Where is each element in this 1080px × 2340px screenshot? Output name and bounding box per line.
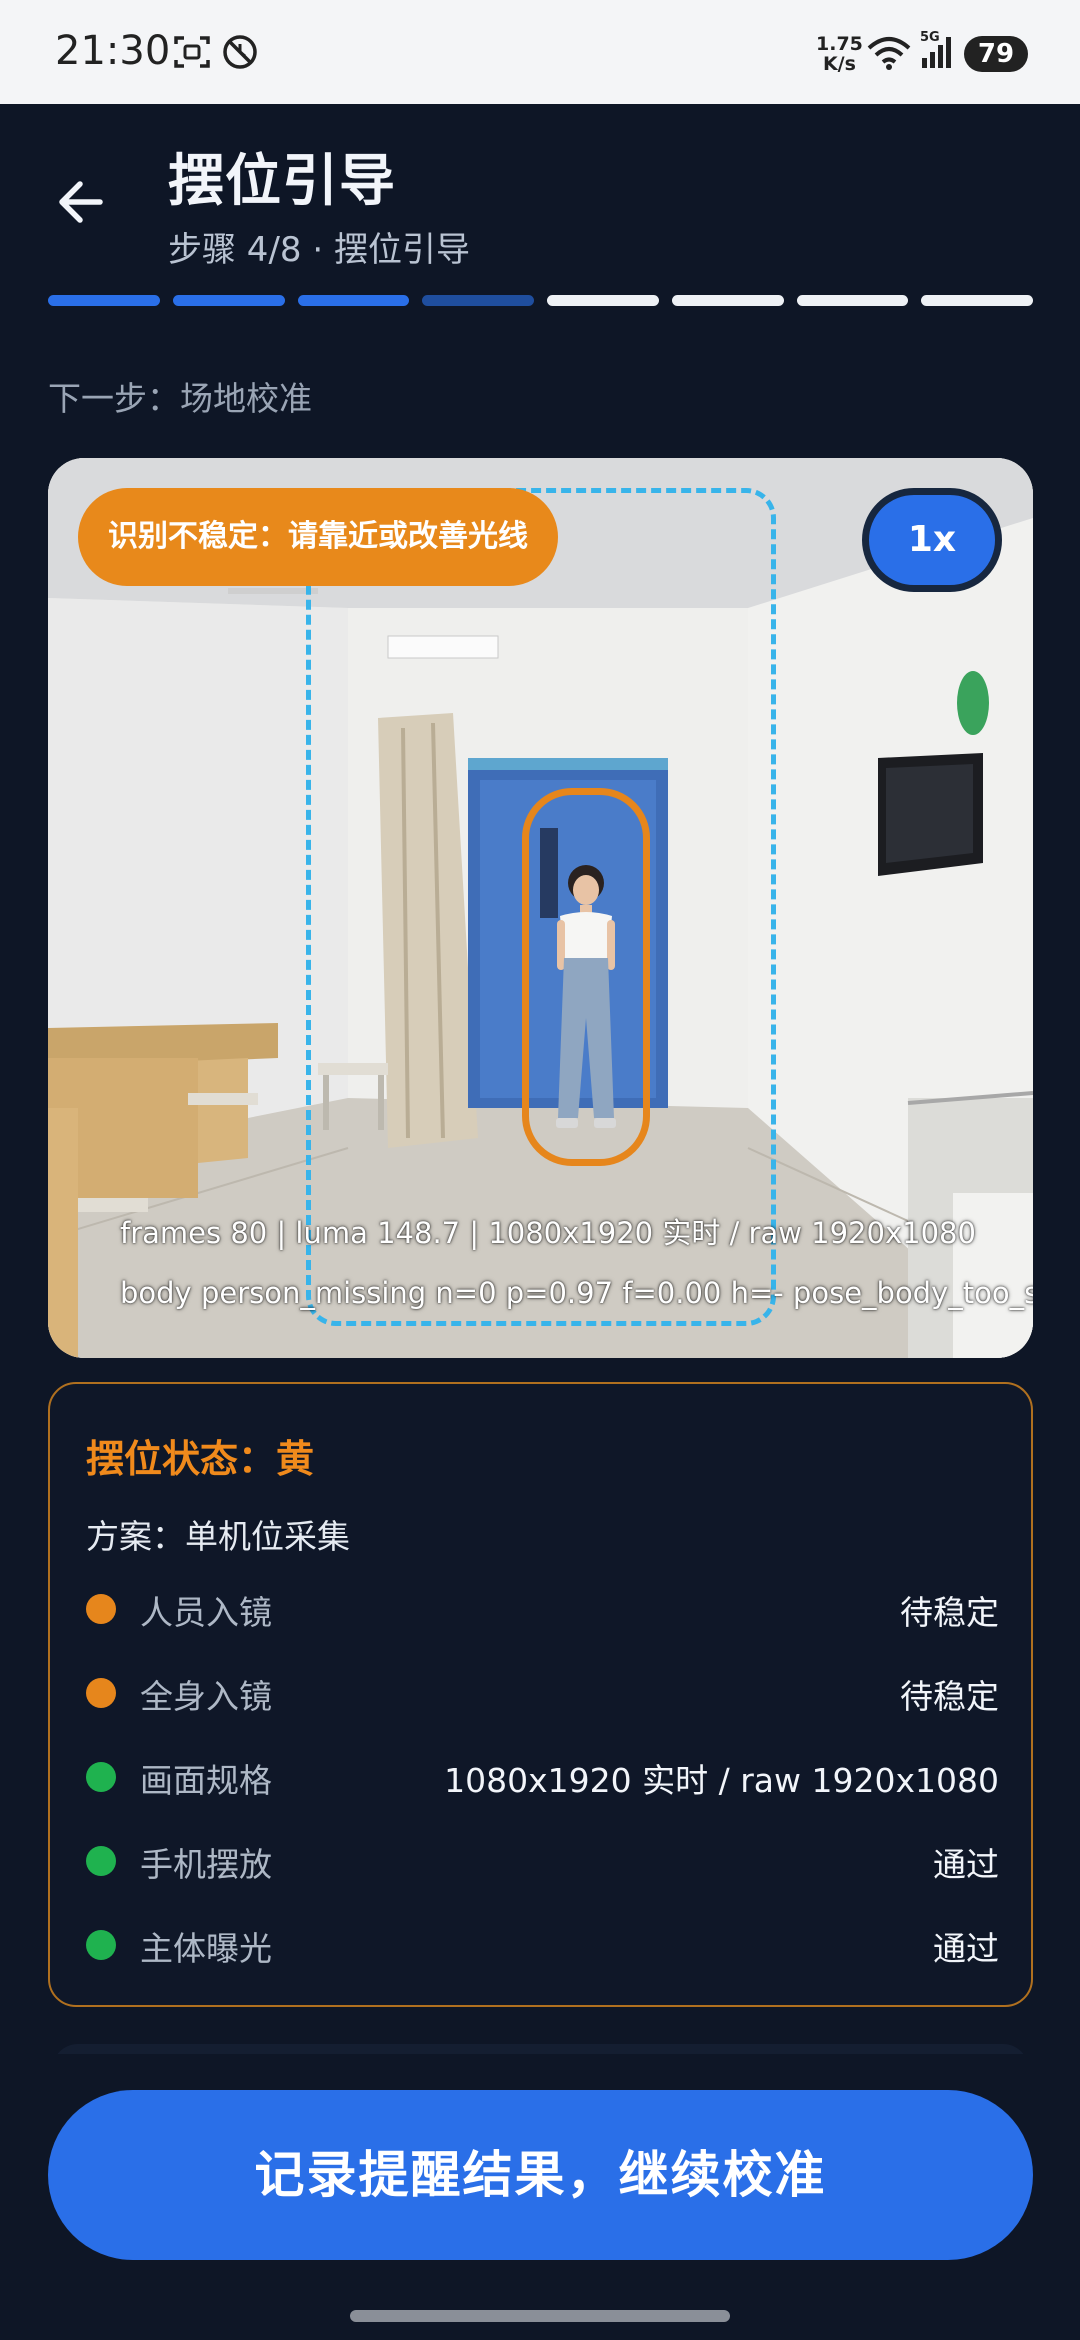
progress-segment-8 xyxy=(921,295,1033,306)
camera-preview: 识别不稳定：请靠近或改善光线 1x frames 80 | luma 148.7… xyxy=(48,458,1033,1358)
check-value: 通过 xyxy=(933,1929,999,1968)
page-title: 摆位引导 xyxy=(168,149,396,214)
check-value: 1080x1920 实时 / raw 1920x1080 xyxy=(444,1761,999,1800)
status-dot xyxy=(86,1678,116,1708)
progress-segment-3 xyxy=(297,295,410,306)
placement-status-title: 摆位状态：黄 xyxy=(86,1437,315,1481)
net-speed-unit: K/s xyxy=(822,53,856,75)
check-row-person-in-frame: 人员入镜 待稳定 xyxy=(86,1584,999,1634)
check-value: 待稳定 xyxy=(900,1593,999,1632)
check-value: 待稳定 xyxy=(900,1677,999,1716)
diagnostic-body-text: body person_missing n=0 p=0.97 f=0.00 h=… xyxy=(120,1276,1033,1310)
check-row-subject-exposure: 主体曝光 通过 xyxy=(86,1920,999,1970)
net-speed: 1.75 K/s xyxy=(816,34,863,74)
back-arrow-icon[interactable] xyxy=(50,168,118,236)
capture-plan-label: 方案：单机位采集 xyxy=(86,1517,350,1556)
dnd-off-icon xyxy=(223,35,257,69)
page-subtitle: 步骤 4/8 · 摆位引导 xyxy=(168,230,470,270)
status-dot xyxy=(86,1594,116,1624)
zoom-toggle-button[interactable]: 1x xyxy=(862,488,1002,592)
progress-segment-1 xyxy=(48,295,160,306)
status-dot xyxy=(86,1846,116,1876)
check-value: 通过 xyxy=(933,1845,999,1884)
progress-segment-2 xyxy=(172,295,285,306)
check-row-phone-placement: 手机摆放 通过 xyxy=(86,1836,999,1886)
net-speed-value: 1.75 xyxy=(816,33,863,55)
check-label: 手机摆放 xyxy=(140,1845,272,1884)
status-dot xyxy=(86,1762,116,1792)
next-step-label: 下一步：场地校准 xyxy=(48,379,312,418)
screenshot-icon xyxy=(174,36,210,68)
step-progress-bar xyxy=(48,295,1033,307)
progress-segment-7 xyxy=(796,295,909,306)
check-label: 人员入镜 xyxy=(140,1593,272,1632)
placement-status-card: 摆位状态：黄 方案：单机位采集 人员入镜 待稳定 全身入镜 待稳定 画面规格 1… xyxy=(48,1382,1033,2007)
diagnostic-frames-text: frames 80 | luma 148.7 | 1080x1920 实时 / … xyxy=(120,1216,976,1250)
check-row-frame-spec: 画面规格 1080x1920 实时 / raw 1920x1080 xyxy=(86,1752,999,1802)
progress-segment-5 xyxy=(547,295,659,306)
detection-warning-banner: 识别不稳定：请靠近或改善光线 xyxy=(78,488,558,586)
check-label: 画面规格 xyxy=(140,1761,272,1800)
check-label: 主体曝光 xyxy=(140,1929,272,1968)
check-row-full-body: 全身入镜 待稳定 xyxy=(86,1668,999,1718)
check-label: 全身入镜 xyxy=(140,1677,272,1716)
wifi-icon xyxy=(867,37,911,70)
status-dot xyxy=(86,1930,116,1960)
signal-type-label: 5G xyxy=(920,30,940,45)
progress-segment-6 xyxy=(671,295,784,306)
home-indicator[interactable] xyxy=(350,2310,730,2322)
status-bar: 21:30 1.75 K/s 5G 79 xyxy=(0,0,1080,104)
status-time: 21:30 xyxy=(55,28,171,74)
person-detection-box xyxy=(522,788,650,1166)
battery-indicator: 79 xyxy=(964,36,1028,72)
progress-segment-4 xyxy=(422,295,534,306)
record-and-continue-button[interactable]: 记录提醒结果，继续校准 xyxy=(48,2090,1033,2260)
